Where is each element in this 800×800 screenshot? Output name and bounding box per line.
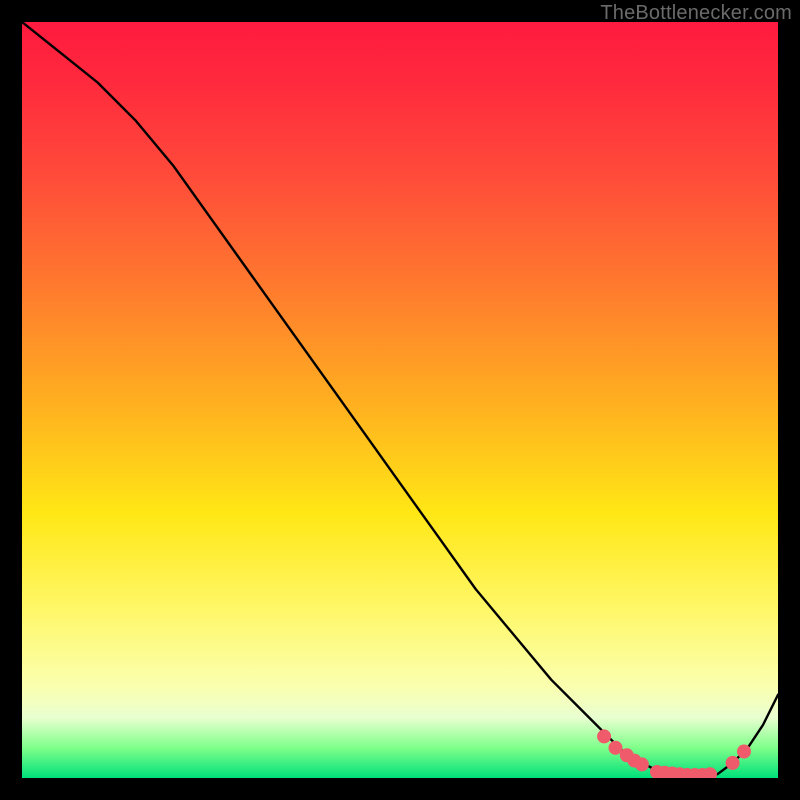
watermark-label: TheBottlenecker.com [600,2,792,25]
sweet-spot-point [597,729,611,743]
sweet-spot-point [726,756,740,770]
sweet-spot-point [737,745,751,759]
chart-stage: TheBottlenecker.com [0,0,800,800]
bottleneck-curve [22,22,778,776]
plot-area [22,22,778,778]
sweet-spot-markers [597,729,751,778]
sweet-spot-point [635,757,649,771]
curve-layer [22,22,778,778]
